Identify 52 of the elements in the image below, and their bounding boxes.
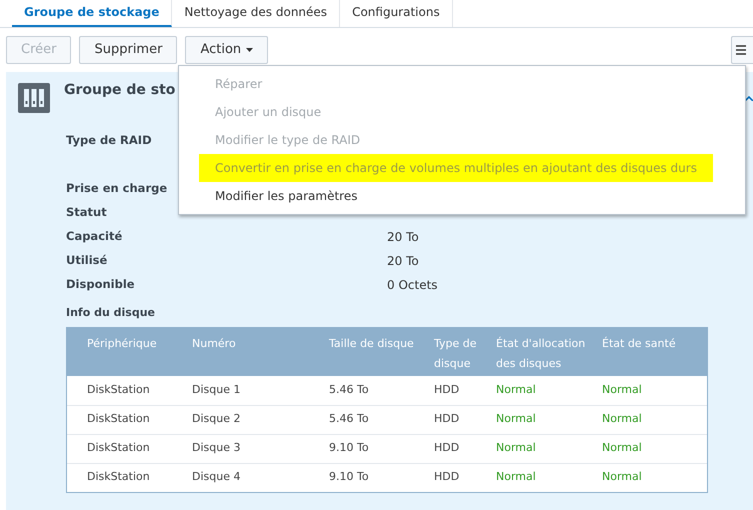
health-status-cell-text: Normal — [602, 382, 643, 398]
property-label: Capacité — [66, 228, 122, 246]
column-header: Numéro — [192, 336, 237, 352]
list-view-button[interactable] — [731, 36, 753, 64]
number-cell-text: Disque 4 — [192, 469, 242, 486]
column-header: Type de disque — [434, 336, 478, 372]
size-cell-text: 5.46 To — [329, 382, 370, 398]
property-label: Utilisé — [66, 252, 108, 270]
type-cell-text: HDD — [434, 382, 460, 398]
property-value: 0 Octets — [387, 277, 438, 294]
size-cell-text: 5.46 To — [329, 411, 370, 428]
health-status-cell-text: Normal — [602, 440, 643, 456]
device-cell-text: DiskStation — [87, 469, 151, 486]
property-label: Type de RAID — [66, 132, 152, 150]
size-cell-text: 9.10 To — [329, 469, 370, 486]
section-title: Info du disque — [66, 305, 156, 321]
tab[interactable]: Configurations — [340, 0, 453, 27]
menu-item[interactable]: Modifier les paramètres — [199, 182, 374, 210]
property-value: 20 To — [387, 253, 419, 270]
allocation-status-cell-text: Normal — [496, 440, 537, 456]
toolbar-button[interactable]: Supprimer — [79, 36, 178, 64]
menu-icon — [736, 45, 746, 55]
panel-title: Groupe de sto — [64, 81, 176, 100]
number-cell-text: Disque 3 — [192, 440, 242, 456]
health-status-cell-text: Normal — [602, 469, 643, 486]
type-cell-text: HDD — [434, 440, 460, 456]
property-value: 20 To — [387, 229, 419, 246]
size-cell-text: 9.10 To — [329, 440, 370, 456]
caret-icon — [246, 48, 254, 52]
tab[interactable]: Nettoyage des données — [172, 0, 340, 27]
collapse-icon[interactable] — [745, 96, 753, 101]
health-status-cell-text: Normal — [602, 411, 643, 428]
property-label: Disponible — [66, 276, 135, 294]
device-cell-text: DiskStation — [87, 382, 151, 398]
property-label: Statut — [66, 204, 107, 222]
storage-pool-icon — [18, 83, 50, 113]
allocation-status-cell-text: Normal — [496, 469, 537, 486]
action-button[interactable]: Action — [185, 36, 268, 64]
number-cell-text: Disque 1 — [192, 382, 242, 398]
tab[interactable]: Groupe de stockage — [12, 0, 172, 27]
allocation-status-cell-text: Normal — [496, 382, 537, 398]
column-header: Taille de disque — [329, 336, 415, 352]
device-cell-text: DiskStation — [87, 440, 151, 456]
device-cell-text: DiskStation — [87, 411, 151, 428]
column-header: État de santé — [602, 336, 677, 352]
type-cell-text: HDD — [434, 411, 460, 428]
column-header: Périphérique — [87, 336, 158, 352]
type-cell-text: HDD — [434, 469, 460, 486]
number-cell-text: Disque 2 — [192, 411, 242, 428]
allocation-status-cell-text: Normal — [496, 411, 537, 428]
property-label: Prise en charge — [66, 180, 168, 198]
column-header: État d'allocation des disques — [496, 336, 586, 372]
